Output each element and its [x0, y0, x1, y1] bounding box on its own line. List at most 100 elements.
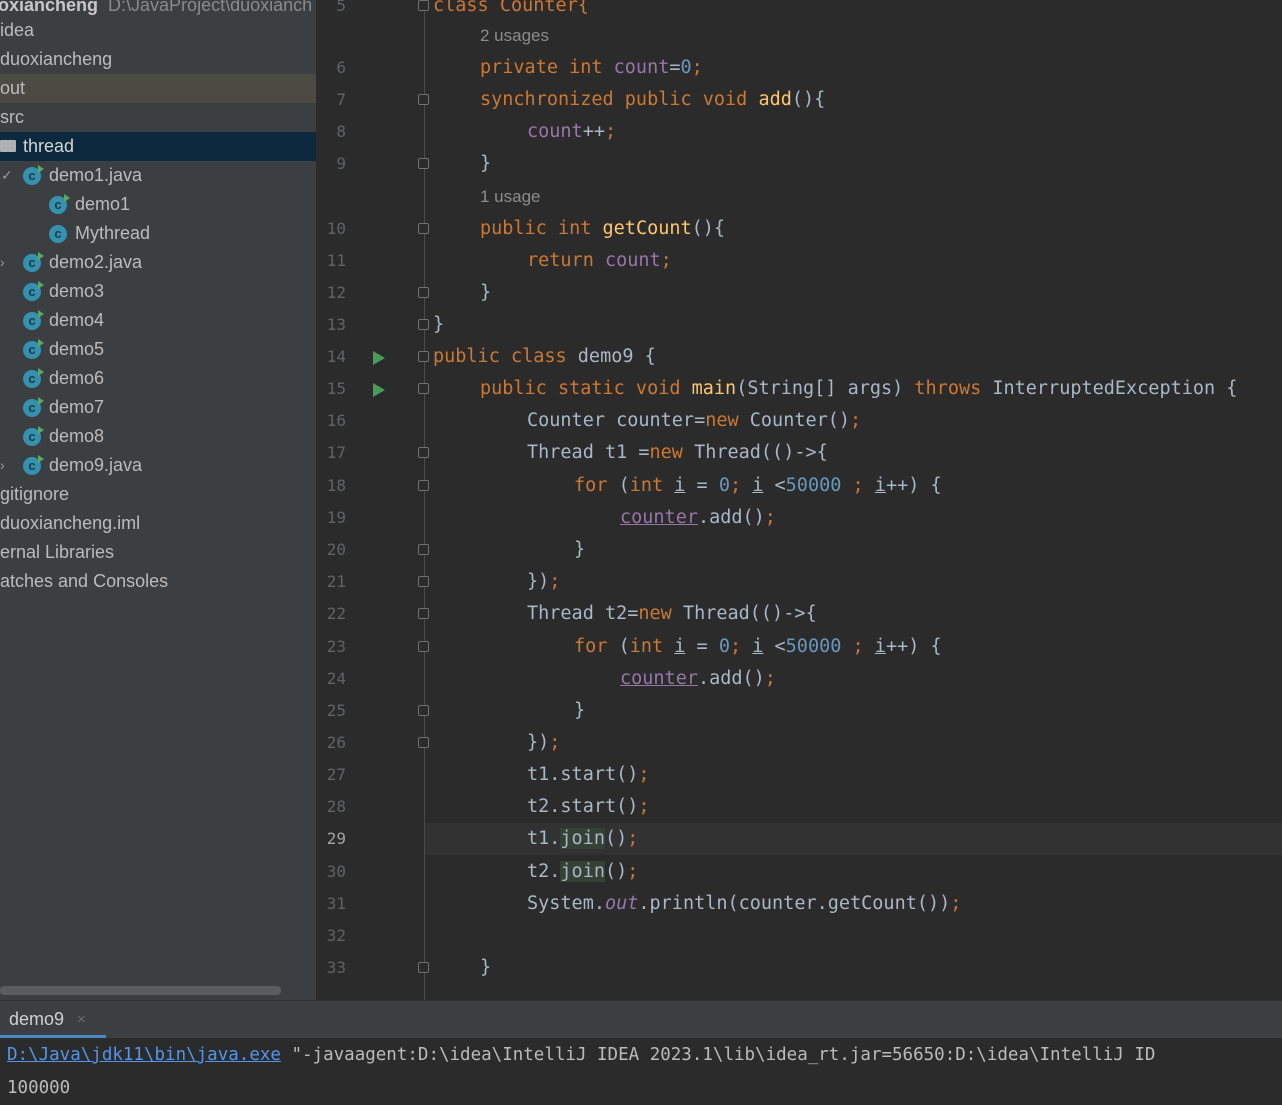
- fold-icon[interactable]: [418, 962, 429, 973]
- line-number: 26: [326, 733, 346, 752]
- fold-icon[interactable]: [418, 0, 429, 11]
- tree-item-demo9-java[interactable]: › demo9.java: [0, 451, 316, 480]
- code-text: Counter counter=: [527, 410, 706, 431]
- code-text: ++) {: [885, 475, 942, 496]
- code-line[interactable]: 6 private int count=0;: [316, 52, 1282, 84]
- tree-item-demo5[interactable]: demo5: [0, 335, 316, 364]
- tree-item-demo4[interactable]: demo4: [0, 306, 316, 335]
- code-text: =: [685, 636, 719, 657]
- fold-icon[interactable]: [418, 383, 429, 394]
- tree-item-demo3[interactable]: demo3: [0, 277, 316, 306]
- fold-icon[interactable]: [418, 319, 429, 330]
- horizontal-scrollbar[interactable]: [0, 986, 281, 995]
- code-line[interactable]: 17 Thread t1 =new Thread(()->{: [316, 437, 1282, 469]
- tree-item-mythread[interactable]: Mythread: [0, 219, 316, 248]
- tree-item-thread[interactable]: thread: [0, 132, 316, 161]
- fold-icon[interactable]: [418, 94, 429, 105]
- code-line[interactable]: 22 Thread t2=new Thread(()->{: [316, 598, 1282, 630]
- code-line[interactable]: 28 t2.start();: [316, 791, 1282, 823]
- tree-item-duoxiancheng[interactable]: duoxiancheng: [0, 45, 316, 74]
- code-line[interactable]: 24 counter.add();: [316, 663, 1282, 695]
- code-line[interactable]: 10 public int getCount(){: [316, 213, 1282, 245]
- code-line[interactable]: 23 for (int i = 0; i <50000 ; i++) {: [316, 631, 1282, 663]
- run-tab-demo9[interactable]: demo9 ×: [0, 1001, 106, 1038]
- code-text: ;: [549, 732, 561, 753]
- line-number: 31: [326, 894, 346, 913]
- fold-icon[interactable]: [418, 737, 429, 748]
- code-line[interactable]: 13 }: [316, 309, 1282, 341]
- java-class-icon: [23, 393, 44, 422]
- code-line[interactable]: 19 counter.add();: [316, 502, 1282, 534]
- code-text: 50000: [785, 475, 842, 496]
- code-line[interactable]: 5 class Counter{: [316, 0, 1282, 22]
- line-number: 8: [336, 122, 346, 141]
- fold-icon[interactable]: [418, 447, 429, 458]
- java-exe-link[interactable]: D:\Java\jdk11\bin\java.exe: [7, 1045, 281, 1065]
- fold-icon[interactable]: [418, 544, 429, 555]
- code-text: }: [433, 314, 445, 335]
- code-editor[interactable]: 5 class Counter{ 2 usages 6 private int …: [316, 0, 1282, 1000]
- code-text: new: [638, 603, 683, 624]
- tree-item-gitignore[interactable]: gitignore: [0, 480, 316, 509]
- chevron-right-icon[interactable]: ›: [0, 451, 5, 480]
- code-text: }): [527, 571, 550, 592]
- code-line[interactable]: 9 }: [316, 148, 1282, 180]
- java-class-icon: [23, 364, 44, 393]
- tree-item-demo7[interactable]: demo7: [0, 393, 316, 422]
- tree-item-iml[interactable]: duoxiancheng.iml: [0, 509, 316, 538]
- tree-item-demo2-java[interactable]: › demo2.java: [0, 248, 316, 277]
- fold-icon[interactable]: [418, 480, 429, 491]
- tree-item-label: duoxiancheng: [0, 49, 113, 69]
- fold-icon[interactable]: [418, 351, 429, 362]
- fold-icon[interactable]: [418, 158, 429, 169]
- code-line[interactable]: 27 t1.start();: [316, 759, 1282, 791]
- usages-hint[interactable]: 1 usage: [480, 181, 541, 213]
- tree-item-external-libraries[interactable]: ernal Libraries: [0, 538, 316, 567]
- code-line[interactable]: 25 }: [316, 695, 1282, 727]
- fold-icon[interactable]: [418, 705, 429, 716]
- fold-icon[interactable]: [418, 641, 429, 652]
- fold-icon[interactable]: [418, 223, 429, 234]
- code-line[interactable]: 26 });: [316, 727, 1282, 759]
- fold-icon[interactable]: [418, 608, 429, 619]
- run-gutter-icon[interactable]: [373, 351, 385, 365]
- chevron-right-icon[interactable]: ›: [0, 248, 5, 277]
- code-text: count: [613, 57, 670, 78]
- code-line[interactable]: 12 }: [316, 277, 1282, 309]
- code-line[interactable]: 8 count++;: [316, 116, 1282, 148]
- tree-item-label: src: [0, 107, 24, 127]
- tree-item-idea[interactable]: idea: [0, 16, 316, 45]
- code-text: Thread t1 =: [527, 442, 650, 463]
- java-class-icon: [23, 161, 44, 190]
- code-line[interactable]: 18 for (int i = 0; i <50000 ; i++) {: [316, 470, 1282, 502]
- code-text: 0: [718, 636, 730, 657]
- fold-icon[interactable]: [418, 287, 429, 298]
- code-line[interactable]: 32: [316, 920, 1282, 952]
- code-line[interactable]: 29 t1.join();: [316, 823, 1282, 855]
- tree-item-demo1-java[interactable]: ✓ demo1.java: [0, 161, 316, 190]
- fold-icon[interactable]: [418, 576, 429, 587]
- code-line[interactable]: 14 public class demo9 {: [316, 341, 1282, 373]
- tree-item-demo8[interactable]: demo8: [0, 422, 316, 451]
- run-tool-window: demo9 × D:\Java\jdk11\bin\java.exe "-jav…: [0, 1000, 1282, 1105]
- close-icon[interactable]: ×: [77, 1001, 86, 1038]
- tree-item-demo6[interactable]: demo6: [0, 364, 316, 393]
- usages-hint[interactable]: 2 usages: [480, 20, 549, 52]
- tree-item-label: demo8: [49, 426, 105, 446]
- code-line[interactable]: 16 Counter counter=new Counter();: [316, 405, 1282, 437]
- code-line[interactable]: 21 });: [316, 566, 1282, 598]
- tree-item-src[interactable]: src: [0, 103, 316, 132]
- run-gutter-icon[interactable]: [373, 383, 385, 397]
- code-line[interactable]: 15 public static void main(String[] args…: [316, 373, 1282, 405]
- tree-item-out[interactable]: out: [0, 74, 316, 103]
- code-line[interactable]: 11 return count;: [316, 245, 1282, 277]
- line-number: 18: [326, 476, 346, 495]
- chevron-down-icon[interactable]: ✓: [1, 161, 13, 190]
- code-line[interactable]: 20 }: [316, 534, 1282, 566]
- code-line[interactable]: 7 synchronized public void add(){: [316, 84, 1282, 116]
- tree-item-demo1[interactable]: demo1: [0, 190, 316, 219]
- code-line[interactable]: 33 }: [316, 952, 1282, 984]
- tree-item-scratches[interactable]: atches and Consoles: [0, 567, 316, 596]
- code-line[interactable]: 30 t2.join();: [316, 856, 1282, 888]
- code-line[interactable]: 31 System.out.println(counter.getCount()…: [316, 888, 1282, 920]
